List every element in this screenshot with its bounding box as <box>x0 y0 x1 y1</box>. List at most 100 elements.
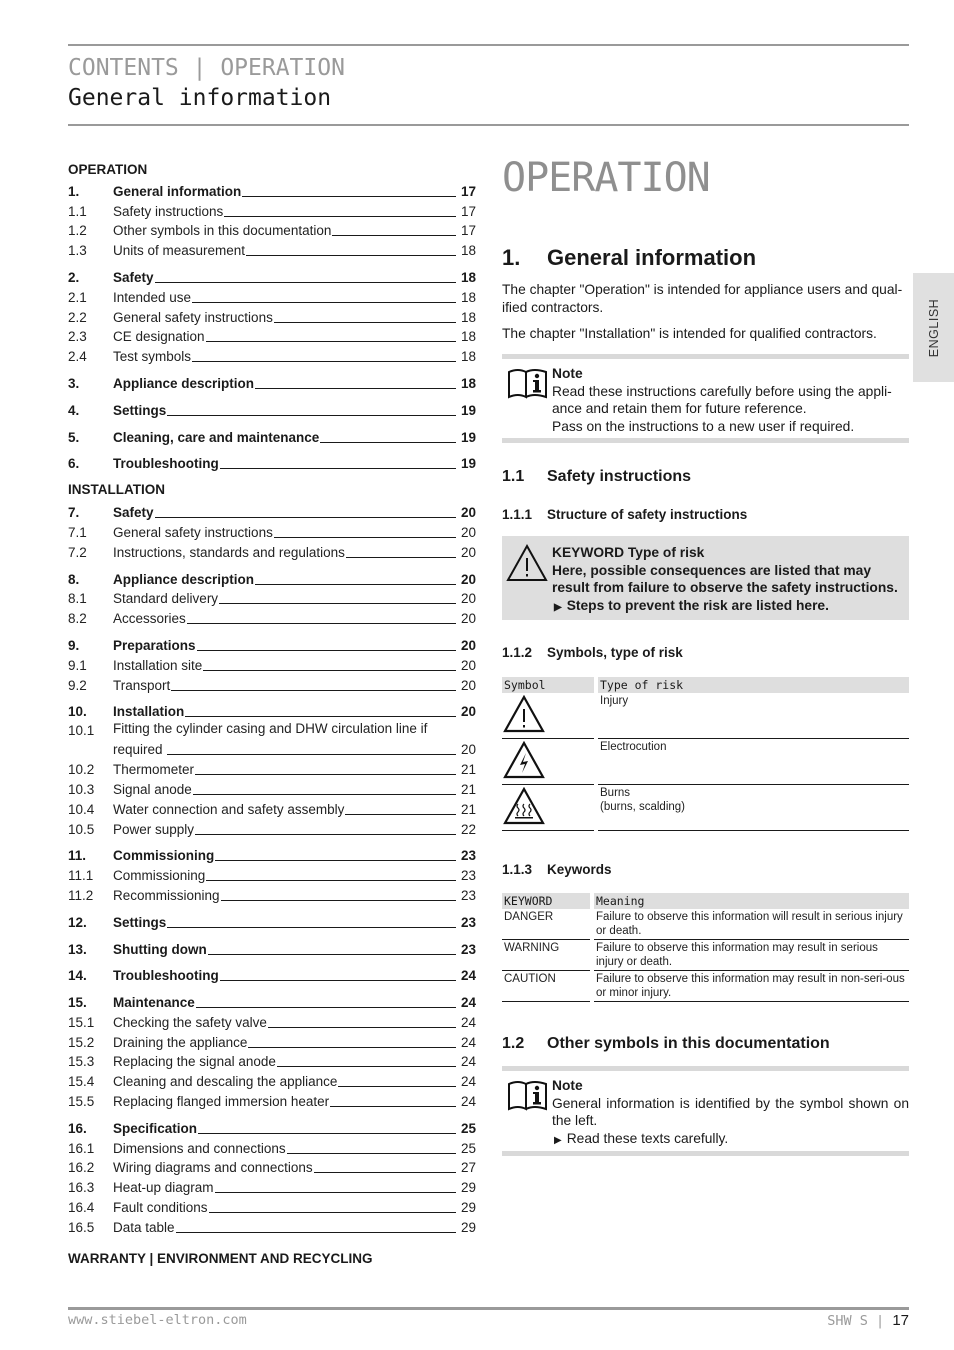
toc-entry-page: 20 <box>460 742 476 758</box>
toc-entry-title: Dimensions and connections <box>113 1140 286 1156</box>
toc-entry[interactable]: 2.1 Intended use 18 <box>68 286 476 306</box>
toc-entry-page: 24 <box>460 1014 476 1030</box>
toc-entry[interactable]: 15.1 Checking the safety valve 24 <box>68 1011 476 1031</box>
toc-entry[interactable]: 16.2 Wiring diagrams and connections 27 <box>68 1157 476 1177</box>
toc-leader-line <box>154 517 456 519</box>
section-number: 1.1 <box>502 468 525 485</box>
toc-entry-page: 18 <box>460 375 476 391</box>
toc-leader-line <box>192 793 456 795</box>
toc-entry[interactable]: 3. Appliance description 18 <box>68 372 476 392</box>
toc-entry[interactable]: 9.1 Installation site 20 <box>68 654 476 674</box>
toc-entry[interactable]: 5. Cleaning, care and maintenance 19 <box>68 426 476 446</box>
note-box-2: Note General information is identified b… <box>502 1066 909 1156</box>
toc-entry[interactable]: 1.1 Safety instructions 17 <box>68 200 476 220</box>
toc-entry[interactable]: 6. Troubleshooting 19 <box>68 453 476 473</box>
footer-page-info: SHW S | 17 <box>827 1312 909 1329</box>
toc-leader-line <box>273 536 456 538</box>
table-row: Burns (burns, scalding) <box>502 785 909 831</box>
toc-entry[interactable]: 15.2 Draining the appliance 24 <box>68 1031 476 1051</box>
toc-entry[interactable]: 10.4 Water connection and safety assembly… <box>68 798 476 818</box>
section-number: 1. <box>502 245 521 270</box>
toc-entry-page: 21 <box>460 762 476 778</box>
toc-entry-page: 17 <box>460 203 476 219</box>
toc-entry[interactable]: 10.1 Fitting the cylinder casing and DHW … <box>68 720 476 758</box>
toc-entry-page: 18 <box>460 289 476 305</box>
toc-entry-page: 23 <box>460 941 476 957</box>
toc-entry-title: General safety instructions <box>113 309 273 325</box>
toc-entry-title: Data table <box>113 1219 175 1235</box>
toc-entry-number: 8.1 <box>68 591 87 607</box>
toc-entry[interactable]: 15.4 Cleaning and descaling the appliance… <box>68 1070 476 1090</box>
toc-entry-title: Power supply <box>113 821 195 837</box>
toc-entry[interactable]: 15.5 Replacing flanged immersion heater 24 <box>68 1090 476 1110</box>
toc-entry-number: 2.1 <box>68 289 87 305</box>
toc-entry[interactable]: 14. Troubleshooting 24 <box>68 965 476 985</box>
toc-entry[interactable]: 2. Safety 18 <box>68 266 476 286</box>
toc-leader-line <box>246 255 456 257</box>
toc-entry[interactable]: 10.3 Signal anode 21 <box>68 778 476 798</box>
toc-entry[interactable]: 1.2 Other symbols in this documentation 17 <box>68 220 476 240</box>
intro-paragraph-1: The chapter "Operation" is intended for … <box>502 282 903 315</box>
toc-entry-page: 20 <box>460 524 476 540</box>
toc-entry[interactable]: 2.3 CE designation 18 <box>68 326 476 346</box>
toc-entry[interactable]: 8. Appliance description 20 <box>68 568 476 588</box>
toc-entry[interactable]: 11.2 Recommissioning 23 <box>68 884 476 904</box>
toc-entry[interactable]: 16. Specification 25 <box>68 1117 476 1137</box>
toc-entry[interactable]: 13. Shutting down 23 <box>68 938 476 958</box>
toc-entry-number: 16.2 <box>68 1160 95 1176</box>
toc-leader-line <box>154 281 456 283</box>
toc-entry[interactable]: 9. Preparations 20 <box>68 634 476 654</box>
toc-leader-line <box>338 1086 456 1088</box>
toc-entry[interactable]: 9.2 Transport 20 <box>68 674 476 694</box>
toc-entry[interactable]: 16.1 Dimensions and connections 25 <box>68 1137 476 1157</box>
toc-entry[interactable]: 15. Maintenance 24 <box>68 991 476 1011</box>
toc-entry[interactable]: 8.1 Standard delivery 20 <box>68 588 476 608</box>
column-header: Meaning <box>594 893 909 909</box>
toc-entry-page: 24 <box>460 1094 476 1110</box>
toc-entry[interactable]: 4. Settings 19 <box>68 399 476 419</box>
toc-entry[interactable]: 11.1 Commissioning 23 <box>68 864 476 884</box>
risk-type: Injury <box>600 695 629 707</box>
toc-entry[interactable]: 2.2 General safety instructions 18 <box>68 306 476 326</box>
toc-leader-line <box>219 468 456 470</box>
toc-entry[interactable]: 7.2 Instructions, standards and regulatio… <box>68 541 476 561</box>
toc-entry[interactable]: 2.4 Test symbols 18 <box>68 345 476 365</box>
toc-entry-number: 16.3 <box>68 1180 95 1196</box>
toc-leader-line <box>196 649 456 651</box>
toc-entry[interactable]: 1.3 Units of measurement 18 <box>68 239 476 259</box>
toc-entry-title: Instructions, standards and regulations <box>113 544 345 560</box>
toc-entry[interactable]: 8.2 Accessories 20 <box>68 607 476 627</box>
toc-entry[interactable]: 12. Settings 23 <box>68 911 476 931</box>
table-row: WARNING Failure to observe this informat… <box>502 940 909 971</box>
toc-entry[interactable]: 1. General information 17 <box>68 180 476 200</box>
toc-entry-title: Safety instructions <box>113 203 224 219</box>
toc-entry[interactable]: 10.2 Thermometer 21 <box>68 758 476 778</box>
toc-entry[interactable]: 10.5 Power supply 22 <box>68 818 476 838</box>
toc-entry[interactable]: 16.4 Fault conditions 29 <box>68 1196 476 1216</box>
warning-keyword: KEYWORD Type of risk <box>552 545 705 560</box>
toc-entry-title: Fault conditions <box>113 1200 208 1216</box>
toc-entry[interactable]: 15.3 Replacing the signal anode 24 <box>68 1051 476 1071</box>
section-heading-1-2: 1.2 Other symbols in this documentation <box>502 1035 830 1053</box>
toc-entry[interactable]: 11. Commissioning 23 <box>68 845 476 865</box>
table-row: Electrocution <box>502 739 909 785</box>
column-header: Symbol <box>502 677 594 693</box>
footer-url[interactable]: www.stiebel-eltron.com <box>68 1312 247 1328</box>
toc-entry-title: Accessories <box>113 611 186 627</box>
language-tab[interactable]: ENGLISH <box>913 273 954 382</box>
toc-entry-page: 21 <box>460 781 476 797</box>
toc-entry-page: 20 <box>460 505 476 521</box>
section-heading-1-1-3: 1.1.3 Keywords <box>502 862 612 877</box>
toc-section-warranty[interactable]: WARRANTY | ENVIRONMENT AND RECYCLING <box>68 1249 476 1269</box>
toc-leader-line <box>267 1026 456 1028</box>
toc-entry[interactable]: 16.3 Heat-up diagram 29 <box>68 1176 476 1196</box>
toc-entry[interactable]: 10. Installation 20 <box>68 701 476 721</box>
toc-entry-number: 1.2 <box>68 223 87 239</box>
toc-entry-number: 10.3 <box>68 781 95 797</box>
note-step: Read these texts carefully. <box>552 1130 909 1150</box>
toc-entry-title: Troubleshooting <box>113 456 219 472</box>
toc-entry[interactable]: 7. Safety 20 <box>68 501 476 521</box>
toc-entry[interactable]: 16.5 Data table 29 <box>68 1216 476 1236</box>
toc-entry[interactable]: 7.1 General safety instructions 20 <box>68 521 476 541</box>
toc-entry-number: 15. <box>68 995 87 1011</box>
